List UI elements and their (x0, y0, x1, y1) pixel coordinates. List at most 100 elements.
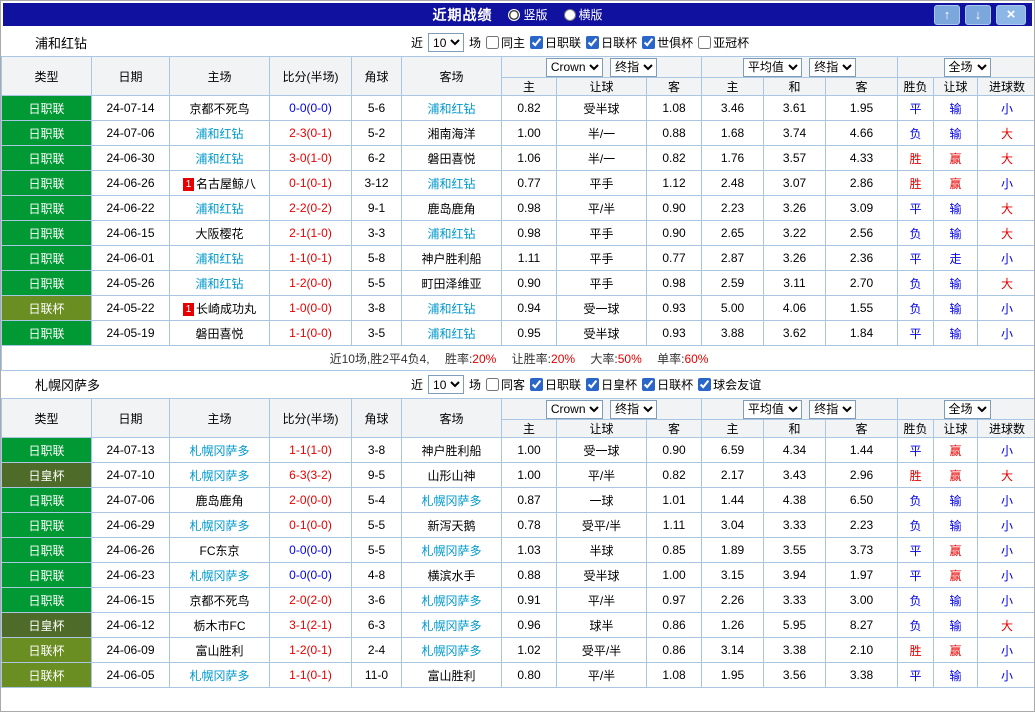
avg-away-odds: 3.00 (824, 587, 899, 613)
average-select[interactable]: 平均值 (742, 399, 802, 419)
same-venue-checkbox[interactable]: 同客 (486, 376, 525, 393)
average-odds-group-header: 平均值 终指 (700, 398, 899, 420)
corners: 3-5 (351, 320, 402, 346)
handicap-line: 平手 (556, 170, 647, 196)
league-filter-input[interactable] (642, 36, 656, 49)
league-filter-checkbox[interactable]: 球会友谊 (698, 376, 761, 393)
same-venue-checkbox-input[interactable] (486, 36, 500, 49)
league-filter-checkbox[interactable]: 日职联 (530, 376, 581, 393)
close-button[interactable]: × (996, 4, 1026, 25)
league-filter-checkbox[interactable]: 日职联 (530, 34, 581, 51)
final-index-select[interactable]: 终指 (610, 57, 658, 77)
handicap-home-odds: 0.96 (501, 612, 557, 638)
match-count-select[interactable]: 10 (428, 375, 465, 394)
final-index-select[interactable]: 终指 (809, 399, 857, 419)
goals-over-under: 小 (977, 295, 1034, 321)
team-section-header-2: 札幌冈萨多 近 10 场 同客 日职联 日皇杯 日联杯 球会友谊 (1, 371, 1034, 398)
games-label: 场 (469, 378, 482, 392)
away-team: 横滨水手 (401, 562, 502, 588)
fullmatch-group-header: 全场 (897, 56, 1034, 78)
fullmatch-select[interactable]: 全场 (943, 399, 991, 419)
corners: 3-8 (351, 437, 402, 463)
match-date: 24-06-12 (91, 612, 170, 638)
league-filter-checkbox[interactable]: 亚冠杯 (698, 34, 749, 51)
league-filter-checkbox[interactable]: 日联杯 (642, 376, 693, 393)
average-odds-group-header: 平均值 终指 (700, 56, 899, 78)
match-row: 日职联 24-06-30 浦和红钻 3-0(1-0) 6-2 磐田喜悦 1.06 半/一 0.8… (1, 145, 1034, 171)
sub-away-header: 客 (646, 419, 702, 438)
bookmaker-select[interactable]: Crown (545, 57, 603, 77)
handicap-result: 赢 (933, 145, 979, 171)
same-venue-checkbox[interactable]: 同主 (486, 34, 525, 51)
goals-over-under: 小 (977, 487, 1034, 513)
filters: 近 10 场 同客 日职联 日皇杯 日联杯 球会友谊 (411, 375, 761, 394)
col-type-header: 类型 (1, 398, 92, 438)
vertical-layout-radio[interactable]: 竖版 (508, 6, 548, 23)
summary-text: 近10场,胜2平4负4, 胜率:20% 让胜率:20% 大率:50% 单率:60… (1, 345, 1034, 371)
handicap-result: 输 (933, 612, 979, 638)
handicap-home-odds: 0.88 (501, 562, 557, 588)
final-index-select[interactable]: 终指 (809, 57, 857, 77)
vertical-layout-radio-input[interactable] (508, 8, 521, 21)
match-row: 日职联 24-06-15 京都不死鸟 2-0(2-0) 3-6 札幌冈萨多 0.91 平/半 0… (1, 587, 1034, 613)
league-filter-input[interactable] (586, 378, 600, 391)
move-down-button[interactable]: ↓ (965, 4, 991, 25)
home-team: 1 长崎成功丸 (169, 295, 270, 321)
handicap-away-odds: 0.88 (646, 120, 702, 146)
league-badge: 日联杯 (1, 295, 92, 321)
handicap-home-odds: 1.03 (501, 537, 557, 563)
average-select[interactable]: 平均值 (742, 57, 802, 77)
handicap-line: 受半球 (556, 320, 647, 346)
sub-handicap-header: 让球 (556, 77, 647, 96)
match-row: 日职联 24-06-23 札幌冈萨多 0-0(0-0) 4-8 横滨水手 0.88 受半球 1.… (1, 562, 1034, 588)
goals-over-under: 大 (977, 195, 1034, 221)
corners: 3-8 (351, 295, 402, 321)
handicap-odds-group-header: Crown 终指 (501, 398, 702, 420)
fullmatch-select[interactable]: 全场 (943, 57, 991, 77)
league-filter-input[interactable] (698, 36, 712, 49)
corners: 5-8 (351, 245, 402, 271)
goals-over-under: 大 (977, 120, 1034, 146)
recent-results-panel: 近期战绩 竖版 横版 ↑ ↓ × 浦和红钻 近 10 场 同主 日职联 日联杯 … (0, 0, 1035, 712)
league-filter-checkbox[interactable]: 日皇杯 (586, 376, 637, 393)
bookmaker-select[interactable]: Crown (545, 399, 603, 419)
result-win-draw-loss: 胜 (897, 462, 935, 488)
score: 0-0(0-0) (269, 562, 352, 588)
league-filter-input[interactable] (698, 378, 712, 391)
league-filter-input[interactable] (530, 378, 544, 391)
goals-over-under: 小 (977, 245, 1034, 271)
avg-draw-odds: 3.33 (763, 512, 826, 538)
handicap-away-odds: 0.93 (646, 320, 702, 346)
result-win-draw-loss: 负 (897, 612, 935, 638)
horizontal-layout-radio[interactable]: 横版 (563, 6, 603, 23)
horizontal-layout-radio-input[interactable] (563, 8, 576, 21)
avg-draw-odds: 3.55 (763, 537, 826, 563)
same-venue-checkbox-input[interactable] (486, 378, 500, 391)
score: 0-0(0-0) (269, 537, 352, 563)
league-filter-checkbox[interactable]: 世俱杯 (642, 34, 693, 51)
avg-home-odds: 2.17 (701, 462, 764, 488)
handicap-result: 输 (933, 662, 979, 688)
avg-draw-odds: 3.26 (763, 245, 826, 271)
final-index-select[interactable]: 终指 (610, 399, 658, 419)
league-filter-input[interactable] (642, 378, 656, 391)
league-filter-checkbox[interactable]: 日联杯 (586, 34, 637, 51)
match-date: 24-06-15 (91, 220, 170, 246)
same-venue-label: 同主 (501, 36, 526, 50)
avg-draw-odds: 3.43 (763, 462, 826, 488)
league-filter-input[interactable] (586, 36, 600, 49)
match-count-select[interactable]: 10 (428, 33, 465, 52)
red-card-badge: 1 (182, 177, 194, 191)
move-up-button[interactable]: ↑ (934, 4, 960, 25)
away-team: 札幌冈萨多 (401, 587, 502, 613)
avg-home-odds: 2.65 (701, 220, 764, 246)
handicap-line: 受一球 (556, 295, 647, 321)
corners: 9-1 (351, 195, 402, 221)
league-filter-input[interactable] (530, 36, 544, 49)
titlebar: 近期战绩 竖版 横版 ↑ ↓ × (3, 3, 1032, 26)
avg-home-odds: 1.95 (701, 662, 764, 688)
league-badge: 日职联 (1, 95, 92, 121)
goals-over-under: 小 (977, 512, 1034, 538)
handicap-away-odds: 0.86 (646, 637, 702, 663)
home-team: 札幌冈萨多 (169, 562, 270, 588)
